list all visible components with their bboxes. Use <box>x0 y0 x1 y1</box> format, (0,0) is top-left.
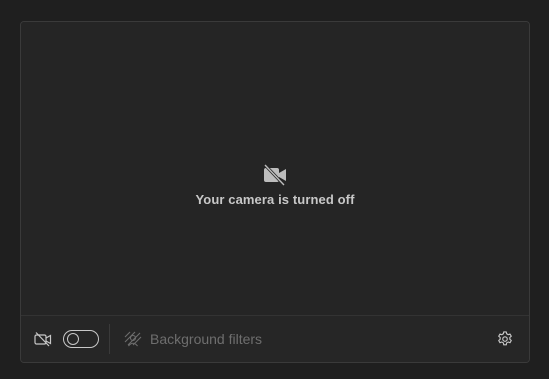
video-preview-area: Your camera is turned off <box>21 22 529 317</box>
camera-toggle[interactable] <box>63 330 99 348</box>
background-filters-button[interactable]: Background filters <box>124 331 262 347</box>
camera-off-icon <box>263 164 286 186</box>
toggle-knob <box>67 333 79 345</box>
toolbar-divider <box>109 324 110 354</box>
background-effects-icon <box>124 331 142 347</box>
camera-off-message: Your camera is turned off <box>195 192 355 207</box>
camera-off-icon <box>33 329 53 349</box>
preview-toolbar: Background filters <box>21 315 529 362</box>
camera-preview-panel: Your camera is turned off Background fil… <box>20 21 530 363</box>
background-filters-label: Background filters <box>150 331 263 347</box>
gear-icon[interactable] <box>495 329 515 349</box>
